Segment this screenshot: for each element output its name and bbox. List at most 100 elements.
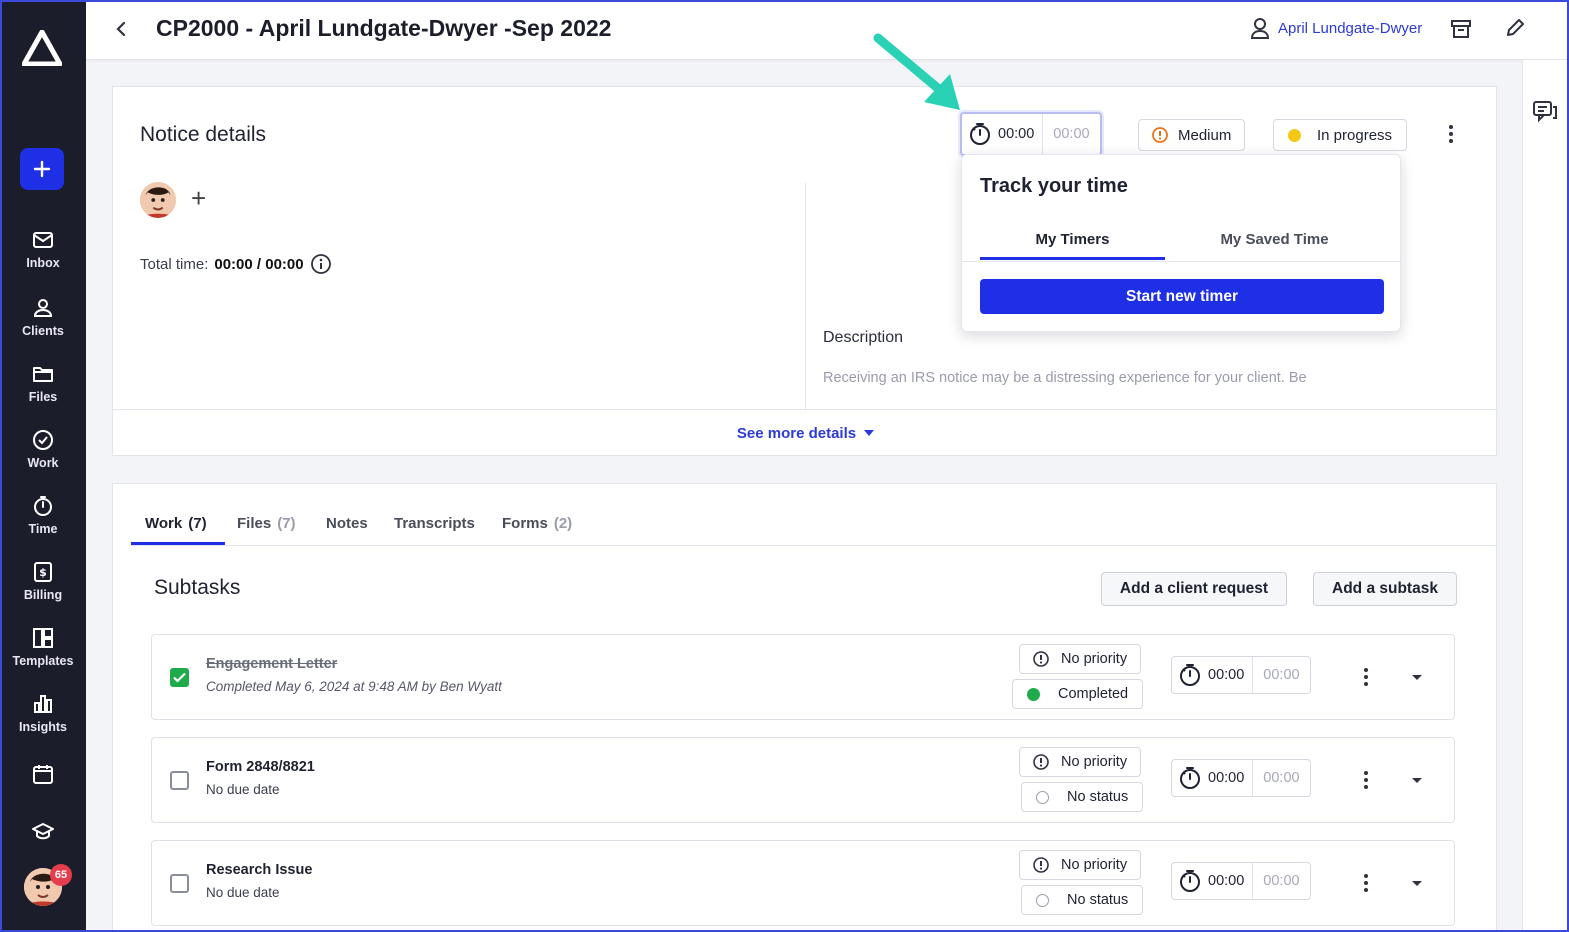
sidebar-item-label: Inbox — [26, 256, 60, 270]
user-icon — [1250, 18, 1270, 39]
timer-start-button[interactable] — [1172, 863, 1208, 899]
tab-files[interactable]: Files (7) — [237, 515, 296, 532]
canopy-logo-icon[interactable] — [22, 30, 62, 66]
subtask-timer[interactable]: 00:00 00:00 — [1171, 759, 1311, 797]
right-rail — [1522, 60, 1569, 932]
divider — [805, 183, 806, 409]
sidebar-item-clients[interactable]: Clients — [0, 296, 86, 338]
total-time-label: Total time: — [140, 255, 209, 273]
timer-start-button[interactable] — [1172, 657, 1208, 693]
sidebar-item-calendar[interactable] — [0, 762, 86, 786]
info-icon[interactable] — [310, 253, 332, 275]
inbox-icon — [33, 232, 53, 248]
more-options-icon[interactable] — [1356, 869, 1376, 897]
status-label: No status — [1067, 789, 1129, 805]
more-options-icon[interactable] — [1441, 120, 1461, 148]
back-chevron-icon[interactable] — [112, 18, 132, 40]
add-assignee-button[interactable]: + — [191, 185, 206, 211]
timer-saved-value: 00:00 — [1263, 667, 1300, 683]
see-more-details-button[interactable]: See more details — [113, 409, 1498, 456]
sidebar-item-label: Templates — [12, 654, 74, 668]
no-priority-icon — [1033, 857, 1049, 873]
status-dropdown[interactable]: In progress — [1273, 119, 1408, 151]
subtask-timer[interactable]: 00:00 00:00 — [1171, 862, 1311, 900]
start-new-timer-button[interactable]: Start new timer — [980, 279, 1384, 314]
total-time-value: 00:00 / 00:00 — [214, 255, 304, 273]
see-more-label: See more details — [736, 424, 857, 442]
timer-icon — [1180, 870, 1200, 892]
check-circle-icon — [33, 430, 53, 450]
tab-work[interactable]: Work (7) — [145, 515, 207, 532]
timer-icon — [1180, 664, 1200, 686]
subtask-priority[interactable]: No priority — [1019, 644, 1142, 674]
timer-icon — [1180, 767, 1200, 789]
subtask-status[interactable]: No status — [1021, 782, 1144, 812]
subtask-row[interactable]: Research Issue No due date No priority N… — [151, 840, 1455, 926]
status-empty-icon — [1036, 790, 1049, 804]
timer-start-button[interactable] — [1172, 760, 1208, 796]
timer-running-value: 00:00 — [1208, 657, 1254, 693]
sidebar-item-label: Time — [28, 522, 58, 536]
subtask-status[interactable]: Completed — [1012, 679, 1144, 709]
tab-my-timers[interactable]: My Timers — [980, 231, 1165, 248]
subtask-timer[interactable]: 00:00 00:00 — [1171, 656, 1311, 694]
sidebar-item-files[interactable]: Files — [0, 362, 86, 404]
sidebar-item-templates[interactable]: Templates — [0, 626, 86, 668]
client-name[interactable]: April Lundgate-Dwyer — [1278, 20, 1422, 37]
graduation-cap-icon — [32, 823, 54, 840]
tab-transcripts[interactable]: Transcripts — [394, 515, 475, 532]
templates-icon — [33, 628, 53, 648]
clients-icon — [33, 299, 53, 317]
plus-icon — [33, 160, 51, 178]
more-options-icon[interactable] — [1356, 663, 1376, 691]
total-time: Total time: 00:00 / 00:00 — [140, 253, 332, 275]
tab-my-saved-time[interactable]: My Saved Time — [1172, 231, 1377, 248]
subtasks-title: Subtasks — [154, 576, 241, 599]
timer-icon — [970, 123, 990, 145]
add-subtask-button[interactable]: Add a subtask — [1313, 572, 1457, 606]
subtask-priority[interactable]: No priority — [1019, 850, 1142, 880]
timer-saved-value: 00:00 — [1263, 873, 1300, 889]
subtask-subtitle: No due date — [206, 885, 280, 900]
description-label: Description — [823, 329, 904, 346]
new-item-button[interactable] — [20, 148, 64, 190]
subtask-row[interactable]: Form 2848/8821 No due date No priority N… — [151, 737, 1455, 823]
timer-start-button[interactable] — [962, 114, 998, 154]
sidebar-item-work[interactable]: Work — [0, 428, 86, 470]
subtask-title[interactable]: Engagement Letter — [206, 656, 337, 672]
sidebar-item-insights[interactable]: Insights — [0, 692, 86, 734]
sidebar-item-billing[interactable]: $ Billing — [0, 560, 86, 602]
sidebar-item-learning[interactable] — [0, 820, 86, 844]
status-label: No status — [1067, 892, 1129, 908]
pencil-icon[interactable] — [1504, 17, 1526, 39]
comments-icon[interactable] — [1532, 100, 1558, 124]
subtask-title[interactable]: Research Issue — [206, 862, 312, 878]
sidebar-item-inbox[interactable]: Inbox — [0, 228, 86, 270]
subtask-status[interactable]: No status — [1021, 885, 1144, 915]
notice-timer[interactable]: 00:00 00:00 — [960, 112, 1102, 156]
sidebar-item-time[interactable]: Time — [0, 494, 86, 536]
tab-notes[interactable]: Notes — [326, 515, 368, 532]
page-title: CP2000 - April Lundgate-Dwyer -Sep 2022 — [156, 15, 612, 41]
client-link[interactable]: April Lundgate-Dwyer — [1250, 17, 1422, 39]
priority-dropdown[interactable]: Medium — [1138, 119, 1246, 151]
add-client-request-button[interactable]: Add a client request — [1101, 572, 1287, 606]
expand-caret-icon[interactable] — [1412, 675, 1422, 680]
expand-caret-icon[interactable] — [1412, 778, 1422, 783]
subtask-checkbox[interactable] — [170, 771, 189, 790]
timer-running-value: 00:00 — [1208, 760, 1254, 796]
check-icon — [173, 672, 186, 683]
expand-caret-icon[interactable] — [1412, 881, 1422, 886]
subtask-priority[interactable]: No priority — [1019, 747, 1142, 777]
subtask-checkbox[interactable] — [170, 874, 189, 893]
subtask-title[interactable]: Form 2848/8821 — [206, 759, 315, 775]
archive-icon[interactable] — [1450, 18, 1472, 40]
caret-down-icon — [864, 430, 875, 436]
priority-label: No priority — [1061, 754, 1128, 770]
subtask-row[interactable]: Engagement Letter Completed May 6, 2024 … — [151, 634, 1455, 720]
more-options-icon[interactable] — [1356, 766, 1376, 794]
subtask-checkbox[interactable] — [170, 668, 189, 687]
tab-forms[interactable]: Forms (2) — [502, 515, 572, 532]
sidebar-item-label: Work — [27, 456, 59, 470]
assignee-avatar[interactable] — [140, 182, 176, 218]
